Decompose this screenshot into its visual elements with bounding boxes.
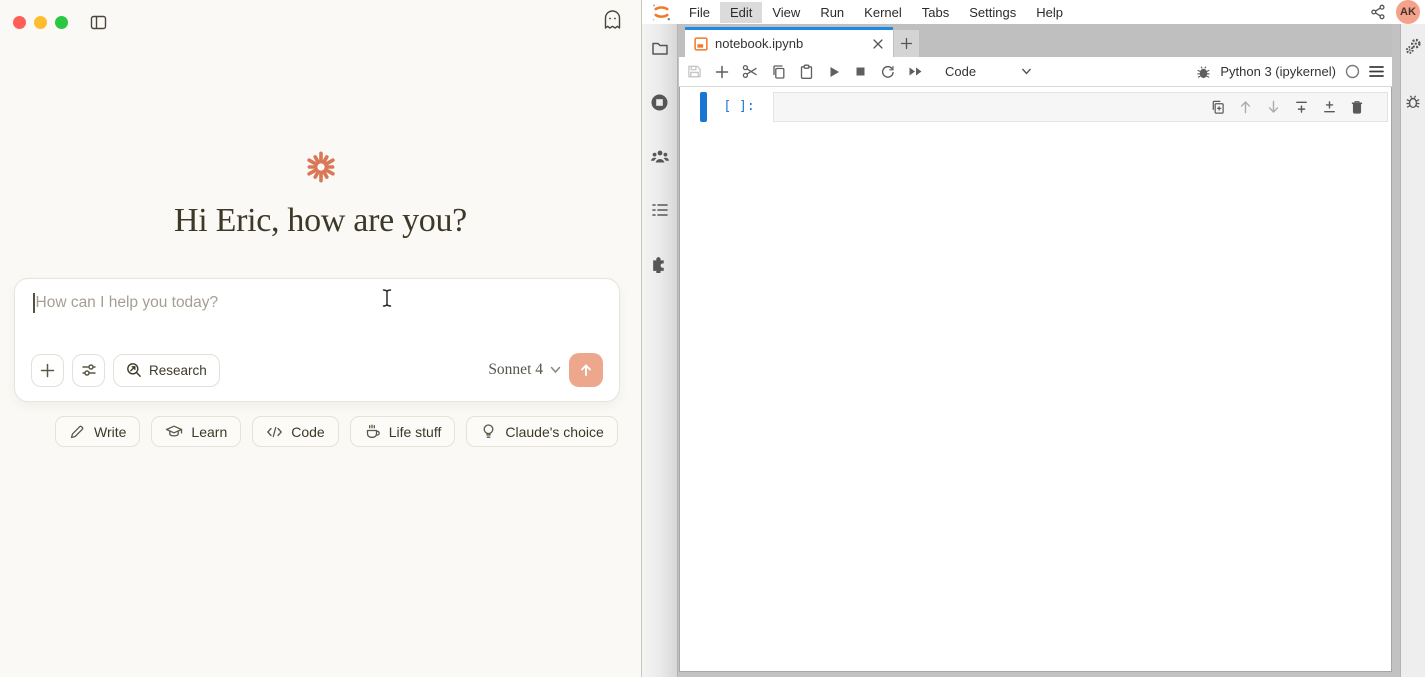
right-activity-bar xyxy=(1400,24,1425,677)
chip-claudes-choice[interactable]: Claude's choice xyxy=(466,416,617,447)
chip-label: Learn xyxy=(191,424,227,440)
zoom-window-button[interactable] xyxy=(55,16,68,29)
user-avatar[interactable]: AK xyxy=(1396,0,1420,24)
plus-icon xyxy=(40,363,55,378)
code-icon xyxy=(266,424,283,440)
notebook-toolbar: Code Python 3 (ipykernel) xyxy=(679,57,1392,87)
jupyter-menubar: File Edit View Run Kernel Tabs Settings … xyxy=(642,0,1425,24)
research-magnifier-icon xyxy=(126,362,142,378)
minimize-window-button[interactable] xyxy=(34,16,47,29)
kernel-status-icon[interactable] xyxy=(1345,64,1360,79)
hamburger-menu-icon[interactable] xyxy=(1369,65,1384,78)
menu-settings[interactable]: Settings xyxy=(959,2,1026,23)
tab-bar: notebook.ipynb xyxy=(679,24,1392,57)
cell-editor[interactable] xyxy=(773,92,1388,122)
chevron-down-icon xyxy=(550,366,561,374)
chip-code[interactable]: Code xyxy=(252,416,338,447)
chat-input-box[interactable]: How can I help you today? R xyxy=(14,278,620,402)
graduation-cap-icon xyxy=(165,423,183,440)
chip-life-stuff[interactable]: Life stuff xyxy=(350,416,456,447)
paste-icon[interactable] xyxy=(799,64,814,80)
sliders-icon xyxy=(81,362,97,378)
debug-bug-icon[interactable] xyxy=(1196,64,1211,80)
arrow-up-icon xyxy=(578,362,594,378)
debugger-bug-icon[interactable] xyxy=(1405,93,1421,110)
research-label: Research xyxy=(149,363,207,378)
cut-icon[interactable] xyxy=(742,64,758,79)
file-browser-icon[interactable] xyxy=(651,39,669,57)
menu-edit[interactable]: Edit xyxy=(720,2,762,23)
tab-notebook[interactable]: notebook.ipynb xyxy=(685,27,893,57)
interrupt-icon[interactable] xyxy=(854,65,867,78)
notebook-file-icon xyxy=(694,37,708,51)
move-cell-up-icon[interactable] xyxy=(1238,99,1253,115)
claude-app-window: Hi Eric, how are you? How can I help you… xyxy=(0,0,642,677)
extensions-puzzle-icon[interactable] xyxy=(650,254,669,273)
chip-learn[interactable]: Learn xyxy=(151,416,241,447)
chip-label: Write xyxy=(94,424,126,440)
new-tab-button[interactable] xyxy=(894,30,919,57)
tab-title: notebook.ipynb xyxy=(715,36,865,51)
greeting-text: Hi Eric, how are you? xyxy=(174,202,467,240)
table-of-contents-icon[interactable] xyxy=(651,202,669,218)
insert-cell-above-icon[interactable] xyxy=(1294,99,1309,115)
jupyter-logo-icon xyxy=(650,1,673,24)
tools-button[interactable] xyxy=(72,354,105,387)
menu-help[interactable]: Help xyxy=(1026,2,1073,23)
plus-icon xyxy=(900,37,913,50)
running-sessions-icon[interactable] xyxy=(650,93,669,112)
dock-panel: notebook.ipynb xyxy=(642,24,1425,677)
ghost-icon[interactable] xyxy=(602,8,623,30)
menu-kernel[interactable]: Kernel xyxy=(854,2,912,23)
model-selector[interactable]: Sonnet 4 xyxy=(488,361,561,379)
sidebar-toggle-icon[interactable] xyxy=(90,14,107,31)
kernel-name-label[interactable]: Python 3 (ipykernel) xyxy=(1220,64,1336,79)
menu-tabs[interactable]: Tabs xyxy=(912,2,959,23)
window-controls xyxy=(13,16,68,29)
save-icon[interactable] xyxy=(687,64,702,79)
model-name: Sonnet 4 xyxy=(488,361,543,379)
delete-cell-icon[interactable] xyxy=(1350,99,1364,115)
chip-label: Claude's choice xyxy=(505,424,603,440)
menu-file[interactable]: File xyxy=(679,2,720,23)
close-window-button[interactable] xyxy=(13,16,26,29)
close-tab-icon[interactable] xyxy=(872,38,884,50)
menu-run[interactable]: Run xyxy=(810,2,854,23)
code-cell[interactable]: [ ]: xyxy=(680,92,1391,122)
menu-view[interactable]: View xyxy=(762,2,810,23)
insert-cell-icon[interactable] xyxy=(715,65,729,79)
active-cell-indicator xyxy=(700,92,707,122)
research-button[interactable]: Research xyxy=(113,354,220,387)
collaboration-icon[interactable] xyxy=(650,148,670,166)
chip-label: Life stuff xyxy=(389,424,442,440)
attach-button[interactable] xyxy=(31,354,64,387)
claude-starburst-logo xyxy=(302,148,340,186)
chat-input-placeholder: How can I help you today? xyxy=(36,294,219,312)
lightbulb-icon xyxy=(480,423,497,440)
chip-label: Code xyxy=(291,424,324,440)
move-cell-down-icon[interactable] xyxy=(1266,99,1281,115)
jupyterlab-window: File Edit View Run Kernel Tabs Settings … xyxy=(642,0,1425,677)
cell-type-dropdown[interactable]: Code xyxy=(945,64,976,79)
pencil-icon xyxy=(69,423,86,440)
insert-cell-below-icon[interactable] xyxy=(1322,99,1337,115)
left-activity-bar xyxy=(642,24,678,677)
cell-toolbar xyxy=(1210,99,1364,115)
property-inspector-gears-icon[interactable] xyxy=(1405,38,1422,55)
restart-run-all-icon[interactable] xyxy=(908,65,923,78)
coffee-cup-icon xyxy=(364,423,381,440)
ibeam-mouse-cursor xyxy=(380,288,394,308)
send-button[interactable] xyxy=(569,353,603,387)
duplicate-cell-icon[interactable] xyxy=(1210,99,1225,115)
cell-prompt: [ ]: xyxy=(711,92,767,122)
share-icon[interactable] xyxy=(1370,4,1386,20)
chevron-down-icon[interactable] xyxy=(1021,68,1032,75)
copy-icon[interactable] xyxy=(771,64,786,80)
notebook-document: [ ]: xyxy=(679,87,1392,672)
chip-write[interactable]: Write xyxy=(55,416,140,447)
text-caret xyxy=(33,293,35,313)
run-icon[interactable] xyxy=(827,65,841,79)
restart-kernel-icon[interactable] xyxy=(880,64,895,79)
